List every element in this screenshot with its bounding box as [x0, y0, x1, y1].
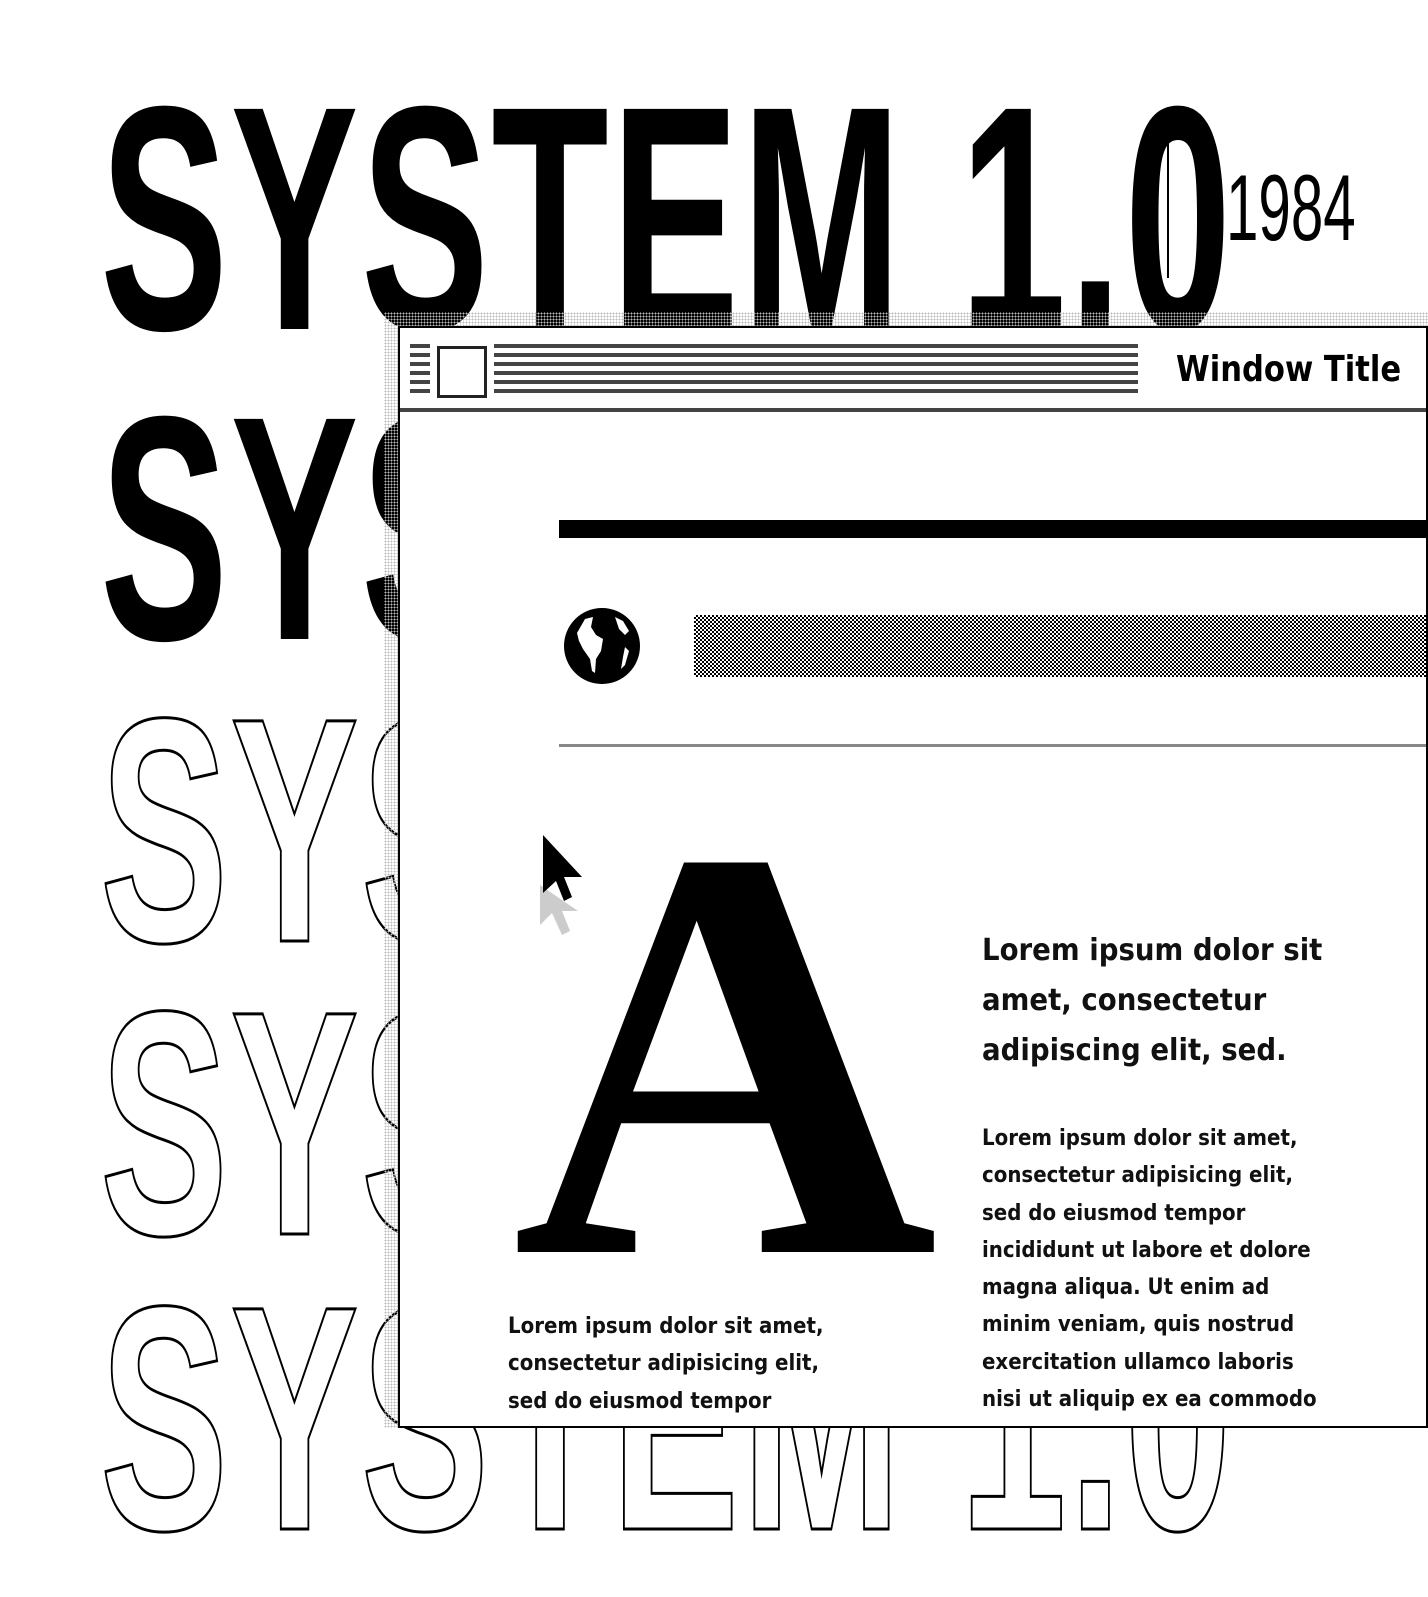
body-line: sed do eiusmod tempor [982, 1200, 1246, 1226]
body-text-right: Lorem ipsum dolor sit amet, consectetur … [982, 1120, 1317, 1418]
window: Window Title A Lorem ipsum dolor sit ame… [398, 326, 1428, 1428]
body-line: nisi ut aliquip ex ea commodo [982, 1387, 1317, 1413]
globe-icon [564, 608, 640, 684]
body-line: minim veniam, quis nostrud [982, 1312, 1295, 1338]
title-divider [1167, 142, 1169, 278]
headline-line: amet, consectetur [982, 983, 1267, 1018]
close-box-icon[interactable] [437, 346, 487, 398]
body-line: incididunt ut labore et dolore [508, 1420, 837, 1427]
window-title: Window Title [1176, 349, 1402, 390]
headline-line: Lorem ipsum dolor sit [982, 933, 1323, 968]
pattern-bar [694, 615, 1426, 677]
titlebar-grip [410, 344, 430, 396]
body-line: incididunt ut labore et dolore [982, 1237, 1311, 1263]
body-line: magna aliqua. Ut enim ad [982, 1275, 1270, 1301]
body-line: exercitation ullamco laboris [982, 1349, 1294, 1375]
body-text-left: Lorem ipsum dolor sit amet, consectetur … [508, 1308, 837, 1427]
headline-line: adipiscing elit, sed. [982, 1033, 1287, 1068]
poster-year: 1984 [1226, 155, 1356, 260]
body-line: sed do eiusmod tempor [508, 1388, 772, 1414]
body-line: Lorem ipsum dolor sit amet, [508, 1314, 824, 1339]
body-line: Lorem ipsum dolor sit amet, [982, 1126, 1298, 1151]
specimen-letter: A [512, 726, 939, 1380]
headline: Lorem ipsum dolor sit amet, consectetur … [982, 926, 1322, 1076]
titlebar-stripes [494, 344, 1138, 396]
body-line: consectetur adipisicing elit, [508, 1351, 820, 1377]
body-line: consectetur adipisicing elit, [982, 1163, 1294, 1189]
thick-rule [559, 520, 1426, 538]
window-titlebar[interactable]: Window Title [400, 328, 1426, 412]
